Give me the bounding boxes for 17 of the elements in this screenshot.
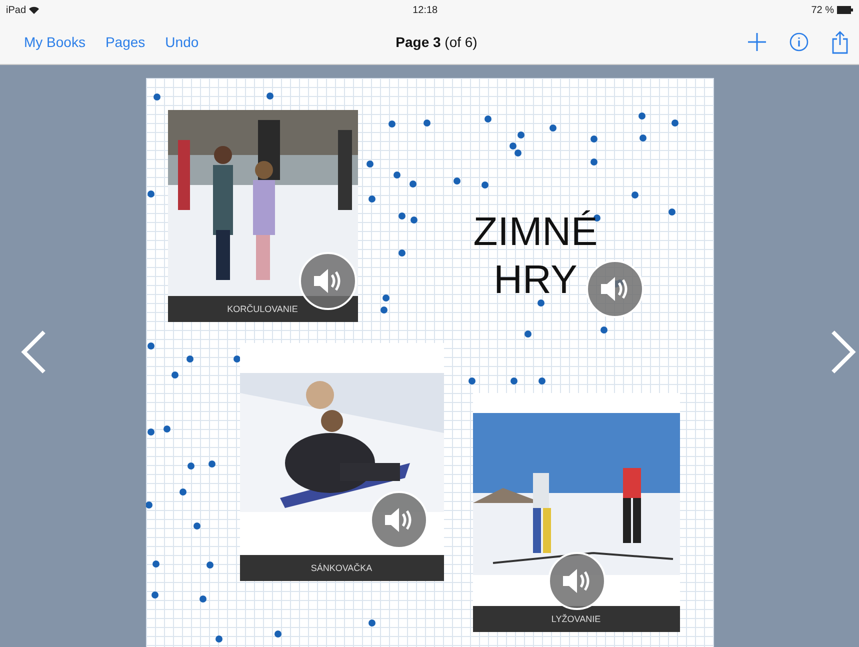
card-caption: SÁNKOVAČKA <box>240 555 444 581</box>
battery-label: 72 % <box>811 4 853 16</box>
share-icon[interactable] <box>831 30 849 54</box>
card-caption: LYŽOVANIE <box>472 606 680 632</box>
nav-button[interactable]: My Books <box>24 34 86 50</box>
info-icon[interactable] <box>789 32 809 52</box>
device-label: iPad <box>6 4 40 16</box>
status-time: 12:18 <box>412 4 438 16</box>
page-title: Page 3 (of 6) <box>396 34 478 50</box>
heading-line: ZIMNÉ <box>473 209 598 256</box>
nav-button[interactable]: Undo <box>165 34 199 50</box>
heading-line: HRY <box>494 257 578 304</box>
wifi-icon <box>29 6 40 14</box>
card-caption: KORČULOVANIE <box>168 296 358 322</box>
plus-icon[interactable] <box>747 32 767 52</box>
nav-button[interactable]: Pages <box>105 34 146 50</box>
battery-icon <box>837 6 853 14</box>
